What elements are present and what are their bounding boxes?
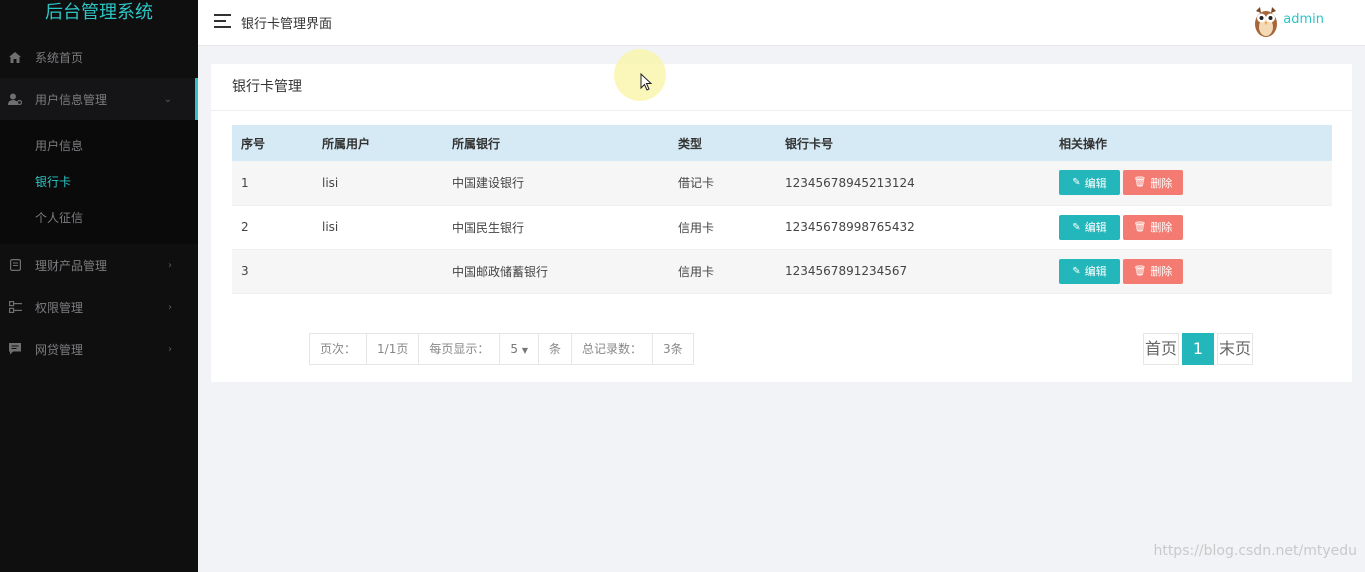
cell-actions: ✎ 编辑 🗑 删除 [1050,249,1332,294]
delete-button[interactable]: 🗑 删除 [1123,214,1183,240]
column-header: 银行卡号 [776,125,1050,161]
sidebar-subitem-bank-card[interactable]: 银行卡 [0,164,198,200]
table-row: 3 中国邮政储蓄银行 信用卡 1234567891234567 ✎ 编辑 🗑 删除 [232,249,1332,294]
sidebar-item-loans[interactable]: 网贷管理 › [0,328,198,370]
sidebar: 后台管理系统 系统首页 用户信息管理 ⌄ 用户信息 银行卡 个人征信 理财产品管… [0,0,198,572]
sidebar-item-label: 用户信息管理 [35,92,108,107]
menu-toggle-icon[interactable] [214,14,231,28]
last-page-button[interactable]: 末页 [1217,333,1254,365]
sidebar-item-finance[interactable]: 理财产品管理 › [0,244,198,286]
cell-type: 信用卡 [669,205,776,250]
edit-button-label: 编辑 [1084,265,1107,278]
pencil-icon: ✎ [1072,177,1081,189]
cell-actions: ✎ 编辑 🗑 删除 [1050,205,1332,250]
per-page-select[interactable]: 5 ▼ [500,334,539,364]
watermark: https://blog.csdn.net/mtyedu [1153,543,1357,559]
cell-bank: 中国建设银行 [443,161,669,206]
pager-total-value: 3条 [663,342,683,356]
pager-page-value: 1/1页 [367,334,420,364]
cell-no: 3 [232,249,313,294]
edit-button-label: 编辑 [1084,176,1107,190]
chevron-right-icon: › [168,343,172,355]
mouse-cursor-icon [640,73,652,91]
cell-card-number: 12345678945213124 [776,161,1050,206]
edit-button[interactable]: ✎ 编辑 [1059,170,1120,196]
sidebar-item-label: 理财产品管理 [35,258,108,273]
chevron-right-icon: › [168,259,172,271]
sidebar-subitem-credit[interactable]: 个人征信 [0,200,198,236]
delete-button[interactable]: 🗑 删除 [1123,258,1183,284]
sidebar-subitem-user-info[interactable]: 用户信息 [0,128,198,164]
pencil-icon: ✎ [1072,221,1081,233]
column-header: 类型 [669,125,776,161]
pager-total-label: 总记录数： [572,334,654,364]
cell-user: lisi [313,205,443,250]
sidebar-item-label: 网贷管理 [35,342,84,357]
column-header: 所属银行 [443,125,669,161]
cell-bank: 中国邮政储蓄银行 [443,249,669,294]
app-brand: 后台管理系统 [45,2,153,23]
bank-card-table: 序号 所属用户 所属银行 类型 银行卡号 相关操作 1 lisi 中国建设银行 … [232,125,1332,294]
cell-bank: 中国民生银行 [443,205,669,250]
trash-icon: 🗑 [1133,221,1147,233]
panel-title: 银行卡管理 [211,64,1352,111]
home-icon [8,50,22,64]
cell-card-number: 1234567891234567 [776,249,1050,294]
table-row: 1 lisi 中国建设银行 借记卡 12345678945213124 ✎ 编辑 🗑… [232,161,1332,206]
per-page-value: 5 [510,342,518,356]
sidebar-item-label: 权限管理 [35,300,84,315]
column-header: 序号 [232,125,313,161]
sidebar-item-permissions[interactable]: 权限管理 › [0,286,198,328]
cell-user: lisi [313,161,443,206]
cell-no: 1 [232,161,313,206]
sidebar-menu: 系统首页 用户信息管理 ⌄ 用户信息 银行卡 个人征信 理财产品管理 › 权限管… [0,36,198,370]
delete-button-label: 删除 [1150,265,1173,278]
bank-card-panel: 银行卡管理 序号 所属用户 所属银行 类型 银行卡号 相关操作 1 lisi 中… [211,64,1352,382]
avatar[interactable] [1251,4,1281,38]
delete-button-label: 删除 [1150,221,1173,234]
cell-card-number: 12345678998765432 [776,205,1050,250]
chevron-right-icon: › [168,301,172,313]
pager-info: 页次： 1/1页 每页显示： 5 ▼ 条 总记录数： 3条 [309,333,694,365]
pager-per-page-label: 每页显示： [419,334,501,364]
cell-type: 信用卡 [669,249,776,294]
message-icon [8,342,22,356]
key-icon [8,300,22,314]
document-icon [8,258,22,272]
username[interactable]: admin [1283,12,1324,27]
pencil-icon: ✎ [1072,265,1081,277]
first-page-button[interactable]: 首页 [1143,333,1180,365]
cell-user [313,249,443,294]
edit-button[interactable]: ✎ 编辑 [1059,214,1120,240]
cell-actions: ✎ 编辑 🗑 删除 [1050,161,1332,206]
delete-button-label: 删除 [1150,176,1173,190]
trash-icon: 🗑 [1133,265,1147,277]
column-header: 所属用户 [313,125,443,161]
pager-per-page-unit: 条 [539,334,572,364]
table-header-row: 序号 所属用户 所属银行 类型 银行卡号 相关操作 [232,125,1332,161]
sidebar-item-user-info[interactable]: 用户信息管理 ⌄ [0,78,198,120]
top-header: 银行卡管理界面 admin [198,0,1365,46]
table-row: 2 lisi 中国民生银行 信用卡 12345678998765432 ✎ 编辑 🗑… [232,205,1332,250]
page-1-button[interactable]: 1 [1182,333,1215,365]
column-header: 相关操作 [1050,125,1332,161]
sidebar-item-label: 系统首页 [35,50,84,65]
user-settings-icon [8,92,22,106]
cell-no: 2 [232,205,313,250]
chevron-down-icon: ⌄ [163,93,172,105]
edit-button[interactable]: ✎ 编辑 [1059,258,1120,284]
delete-button[interactable]: 🗑 删除 [1123,170,1183,196]
sidebar-submenu-user-info: 用户信息 银行卡 个人征信 [0,120,198,244]
pagination: 首页 1 末页 [1143,333,1254,365]
cell-type: 借记卡 [669,161,776,206]
caret-down-icon: ▼ [521,346,528,355]
edit-button-label: 编辑 [1084,221,1107,234]
trash-icon: 🗑 [1133,177,1147,189]
sidebar-item-home[interactable]: 系统首页 [0,36,198,78]
page-title: 银行卡管理界面 [241,17,333,32]
pager-page-label: 页次： [310,334,368,364]
